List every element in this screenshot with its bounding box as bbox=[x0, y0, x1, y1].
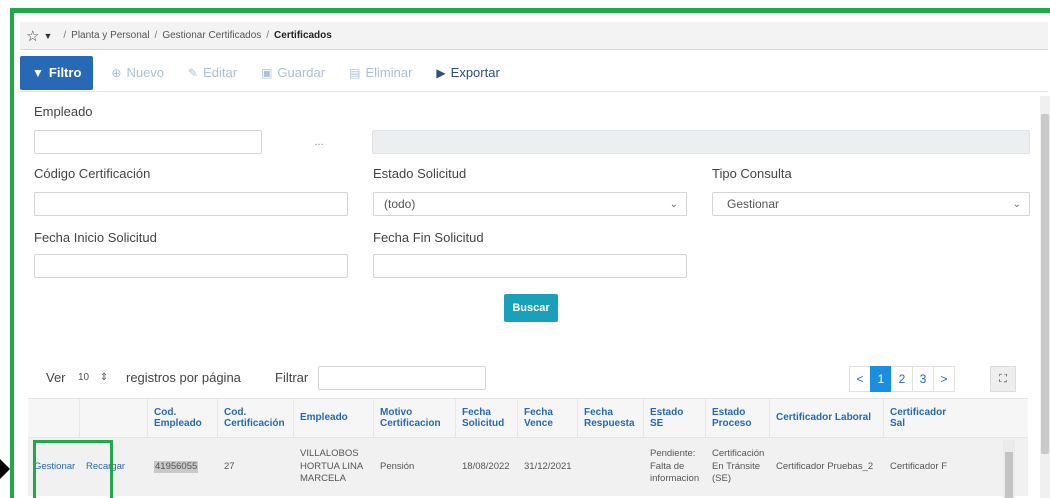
export-button-label: Exportar bbox=[450, 65, 500, 80]
breadcrumb-separator: / bbox=[266, 30, 270, 41]
page-next[interactable]: > bbox=[933, 366, 955, 392]
col-header-labor-certifier[interactable]: Certificador Laboral bbox=[770, 399, 884, 437]
breadcrumb: ☆ ▼ / Planta y Personal / Gestionar Cert… bbox=[20, 22, 1048, 50]
expand-icon[interactable]: ⛶ bbox=[990, 366, 1016, 392]
export-icon: ▶ bbox=[436, 65, 446, 80]
per-page-label: registros por página bbox=[126, 370, 241, 385]
cert-code-input[interactable] bbox=[34, 192, 348, 216]
emp-code-value: 41956055 bbox=[154, 460, 199, 474]
col-header-response-date[interactable]: Fecha Respuesta bbox=[578, 399, 644, 437]
end-date-input[interactable] bbox=[373, 254, 687, 278]
query-type-label: Tipo Consulta bbox=[712, 166, 792, 181]
col-header-employee[interactable]: Empleado bbox=[294, 399, 374, 437]
new-button-label: Nuevo bbox=[126, 65, 165, 80]
col-header-action1 bbox=[28, 399, 80, 437]
cell-se-status: Pendiente: Falta de informacion bbox=[650, 448, 700, 485]
page-scrollbar-thumb[interactable] bbox=[1041, 114, 1049, 454]
page-prev[interactable]: < bbox=[849, 366, 871, 392]
table-row: Gestionar Recargar 41956055 27 VILLALOBO… bbox=[28, 438, 1028, 496]
save-icon: ▣ bbox=[261, 65, 273, 80]
col-header-process-status[interactable]: Estado Proceso bbox=[706, 399, 770, 437]
highlight-box-manage bbox=[33, 440, 113, 498]
breadcrumb-separator: / bbox=[154, 30, 158, 41]
col-header-emp-code[interactable]: Cod. Empleado bbox=[148, 399, 218, 437]
cell-request-date: 18/08/2022 bbox=[462, 460, 510, 472]
breadcrumb-item-gestionar[interactable]: Gestionar Certificados bbox=[162, 30, 261, 41]
cell-process-status: Certificación En Tránsite (SE) bbox=[712, 448, 765, 485]
pointer-arrow-icon bbox=[0, 459, 10, 479]
results-table: Cod. Empleado Cod. Certificación Emplead… bbox=[28, 398, 1028, 496]
edit-button-label: Editar bbox=[203, 65, 238, 80]
caret-down-icon[interactable]: ▼ bbox=[43, 31, 52, 41]
filter-button-label: Filtro bbox=[48, 65, 82, 80]
col-header-cert-code[interactable]: Cod. Certificación bbox=[218, 399, 294, 437]
col-header-due-date[interactable]: Fecha Vence bbox=[518, 399, 578, 437]
col-header-salary-certifier[interactable]: Certificador Sal bbox=[884, 399, 962, 437]
updown-icon: ⇕ bbox=[99, 372, 109, 383]
edit-icon: ✎ bbox=[188, 65, 199, 80]
cell-labor-certifier: Certificador Pruebas_2 bbox=[776, 460, 874, 472]
start-date-input[interactable] bbox=[34, 254, 348, 278]
show-label: Ver bbox=[46, 370, 66, 385]
delete-button-label: Eliminar bbox=[365, 65, 413, 80]
cell-employee: VILLALOBOS HORTUA LINA MARCELA bbox=[300, 448, 364, 485]
status-select[interactable]: (todo) ⌄ bbox=[373, 192, 687, 216]
filter-button[interactable]: ▼ Filtro bbox=[20, 55, 94, 90]
col-header-request-date[interactable]: Fecha Solicitud bbox=[456, 399, 518, 437]
table-filter-input[interactable] bbox=[318, 366, 486, 390]
breadcrumb-separator: / bbox=[63, 30, 67, 41]
breadcrumb-current: Certificados bbox=[274, 30, 332, 41]
trash-icon: ▤ bbox=[349, 65, 361, 80]
page-2[interactable]: 2 bbox=[891, 366, 913, 392]
query-type-value: Gestionar bbox=[727, 197, 780, 211]
cell-reason: Pensión bbox=[380, 460, 415, 472]
status-label: Estado Solicitud bbox=[373, 166, 467, 181]
page-size-select[interactable]: 10 ⇕ bbox=[78, 372, 108, 383]
page-3[interactable]: 3 bbox=[912, 366, 934, 392]
employee-label: Empleado bbox=[34, 104, 93, 119]
list-controls: Ver 10 ⇕ registros por página Filtrar < … bbox=[20, 362, 1048, 394]
export-button[interactable]: ▶ Exportar bbox=[424, 56, 511, 90]
save-button[interactable]: ▣ Guardar bbox=[249, 56, 337, 90]
new-button[interactable]: ⊕ Nuevo bbox=[99, 56, 176, 90]
page-size-value: 10 bbox=[78, 372, 90, 383]
col-header-action2 bbox=[80, 399, 148, 437]
toolbar: ▼ Filtro ⊕ Nuevo ✎ Editar ▣ Guardar ▤ El… bbox=[20, 54, 1048, 92]
table-header: Cod. Empleado Cod. Certificación Emplead… bbox=[28, 398, 1028, 438]
page-scrollbar[interactable] bbox=[1040, 96, 1050, 498]
start-date-label: Fecha Inicio Solicitud bbox=[34, 230, 157, 245]
filter-label: Filtrar bbox=[275, 370, 309, 385]
chevron-down-icon: ⌄ bbox=[669, 198, 678, 210]
cell-response-date bbox=[578, 438, 644, 496]
filter-form: Empleado ... Código Certificación Estado… bbox=[20, 96, 1040, 351]
end-date-label: Fecha Fin Solicitud bbox=[373, 230, 484, 245]
table-scrollbar-thumb[interactable] bbox=[1005, 452, 1013, 498]
table-scrollbar[interactable] bbox=[1003, 440, 1015, 498]
funnel-icon: ▼ bbox=[32, 65, 44, 80]
cert-code-label: Código Certificación bbox=[34, 166, 151, 181]
cell-cert-code: 27 bbox=[224, 460, 235, 472]
employee-input[interactable] bbox=[34, 130, 262, 154]
search-button[interactable]: Buscar bbox=[504, 294, 558, 322]
breadcrumb-item-planta[interactable]: Planta y Personal bbox=[71, 30, 149, 41]
status-select-value: (todo) bbox=[384, 197, 416, 211]
col-header-reason[interactable]: Motivo Certificacion bbox=[374, 399, 456, 437]
chevron-down-icon: ⌄ bbox=[1012, 198, 1021, 210]
employee-lookup-button[interactable]: ... bbox=[305, 130, 333, 154]
query-type-select[interactable]: Gestionar ⌄ bbox=[712, 192, 1030, 216]
cell-due-date: 31/12/2021 bbox=[524, 460, 572, 472]
cell-salary-certifier: Certificador F bbox=[890, 460, 948, 472]
save-button-label: Guardar bbox=[277, 65, 326, 80]
page-1[interactable]: 1 bbox=[870, 366, 892, 392]
employee-name-field bbox=[372, 130, 1030, 154]
plus-circle-icon: ⊕ bbox=[111, 65, 122, 80]
col-header-se-status[interactable]: Estado SE bbox=[644, 399, 706, 437]
pagination: < 1 2 3 > bbox=[849, 366, 955, 392]
delete-button[interactable]: ▤ Eliminar bbox=[337, 56, 424, 90]
star-icon[interactable]: ☆ bbox=[26, 27, 39, 45]
cell-emp-code: 41956055 bbox=[148, 438, 218, 496]
edit-button[interactable]: ✎ Editar bbox=[176, 56, 249, 90]
